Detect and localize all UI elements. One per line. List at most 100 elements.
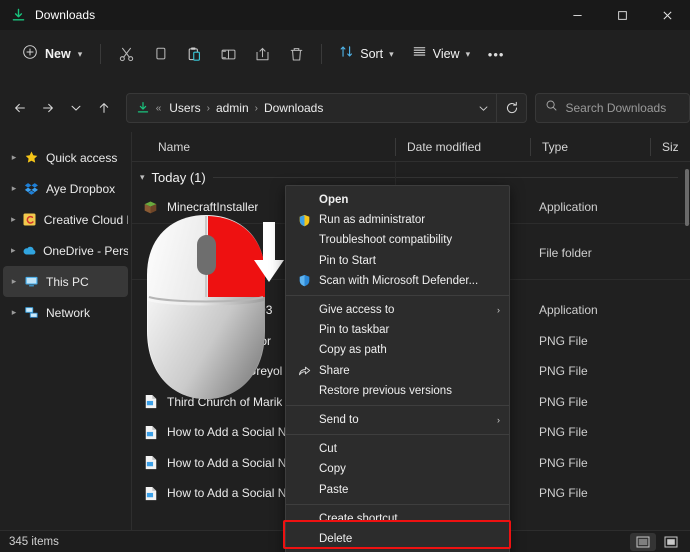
chevron-right-icon[interactable]: ▸ (5, 245, 21, 256)
refresh-button[interactable] (496, 94, 526, 122)
chevron-right-icon[interactable]: ▸ (5, 183, 23, 194)
defender-shield-icon (296, 273, 313, 289)
plus-circle-icon (22, 44, 38, 65)
context-menu-label: Give access to (319, 304, 395, 317)
address-bar: « Users › admin › Downloads Search Downl… (0, 88, 690, 128)
copy-button[interactable] (143, 38, 177, 70)
vertical-scrollbar[interactable] (683, 163, 690, 532)
context-menu-item-copy-as-path[interactable]: Copy as path (286, 340, 509, 360)
shield-uac-icon (296, 212, 313, 228)
search-icon (545, 99, 558, 117)
context-menu-separator (286, 294, 509, 296)
maximize-button[interactable] (600, 0, 645, 30)
context-menu-item-give-access-to[interactable]: Give access to › (286, 300, 509, 320)
file-type-cell: PNG File (539, 425, 588, 440)
context-menu-item-scan-with-microsoft-defender[interactable]: Scan with Microsoft Defender... (286, 271, 509, 291)
delete-button[interactable] (279, 38, 313, 70)
breadcrumb-overflow[interactable]: « (151, 103, 165, 114)
sidebar-item-this-pc[interactable]: ▸ This PC (3, 266, 128, 297)
close-button[interactable] (645, 0, 690, 30)
sidebar-item-label: OneDrive - Perso (43, 243, 128, 258)
chevron-right-icon: › (497, 305, 500, 316)
back-button[interactable] (6, 94, 34, 122)
sidebar-item-quick-access[interactable]: ▸ Quick access (3, 142, 128, 173)
cut-button[interactable] (109, 38, 143, 70)
sidebar-item-network[interactable]: ▸ Network (3, 297, 128, 328)
breadcrumb-bar[interactable]: « Users › admin › Downloads (125, 93, 528, 123)
more-options-button[interactable]: ••• (479, 38, 513, 70)
breadcrumb-dropdown-button[interactable] (470, 94, 496, 122)
window-title: Downloads (35, 8, 96, 22)
context-menu-label: Troubleshoot compatibility (319, 234, 453, 247)
context-menu-item-copy[interactable]: Copy (286, 459, 509, 479)
sidebar-item-label: Network (46, 305, 91, 320)
png-icon (142, 424, 159, 441)
file-type-cell: PNG File (539, 333, 588, 348)
png-icon (142, 363, 159, 380)
context-menu-item-pin-to-taskbar[interactable]: Pin to taskbar (286, 320, 509, 340)
column-header-name[interactable]: Name (132, 138, 395, 156)
context-menu-item-create-shortcut[interactable]: Create shortcut (286, 509, 509, 529)
minimize-button[interactable] (555, 0, 600, 30)
breadcrumb-item-0[interactable]: Users (164, 99, 205, 117)
folder-icon (142, 244, 159, 261)
chevron-down-icon[interactable]: ▾ (140, 172, 145, 183)
breadcrumb-item-1[interactable]: admin (211, 99, 254, 117)
blank-icon (296, 531, 313, 547)
file-type-cell: PNG File (539, 455, 588, 470)
paste-button[interactable] (177, 38, 211, 70)
blank-icon (296, 322, 313, 338)
chevron-down-icon: ▾ (389, 48, 394, 59)
toolbar-divider-2 (321, 44, 323, 64)
view-button[interactable]: View ▾ (403, 38, 479, 70)
search-input[interactable]: Search Downloads (565, 101, 666, 115)
share-button[interactable] (245, 38, 279, 70)
context-menu-item-delete[interactable]: Delete (286, 529, 509, 549)
context-menu-label: Share (319, 364, 350, 377)
context-menu-item-paste[interactable]: Paste (286, 479, 509, 499)
context-menu-label: Send to (319, 413, 359, 426)
context-menu-item-cut[interactable]: Cut (286, 439, 509, 459)
context-menu-item-troubleshoot-compatibility[interactable]: Troubleshoot compatibility (286, 230, 509, 250)
sort-button[interactable]: Sort ▾ (330, 38, 402, 70)
column-headers: Name Date modified Type Siz (132, 132, 690, 162)
column-header-size[interactable]: Siz (650, 137, 690, 156)
chevron-right-icon[interactable]: ▸ (5, 214, 22, 225)
chevron-right-icon[interactable]: ▸ (5, 152, 23, 163)
context-menu-item-share[interactable]: Share (286, 361, 509, 381)
details-view-icon[interactable] (630, 533, 656, 551)
file-name: How to Add a Social N (167, 486, 287, 501)
new-button[interactable]: New ▾ (12, 38, 92, 70)
column-header-type[interactable]: Type (530, 137, 650, 156)
context-menu-label: Pin to Start (319, 254, 376, 267)
file-type-cell: Application (539, 303, 598, 318)
blank-icon (296, 232, 313, 248)
context-menu-label: Delete (319, 532, 353, 545)
context-menu-item-open[interactable]: Open (286, 190, 509, 210)
large-icons-view-icon[interactable] (658, 533, 684, 551)
group-rule (212, 176, 678, 178)
file-type-cell: Application (539, 200, 598, 215)
chevron-right-icon[interactable]: ▸ (5, 307, 23, 318)
sidebar-item-creative-cloud[interactable]: ▸ Creative Cloud F (3, 204, 128, 235)
forward-button[interactable] (34, 94, 62, 122)
rename-button[interactable] (211, 38, 245, 70)
context-menu-item-pin-to-start[interactable]: Pin to Start (286, 251, 509, 271)
sidebar-item-dropbox[interactable]: ▸ Aye Dropbox (3, 173, 128, 204)
search-box[interactable]: Search Downloads (535, 93, 690, 123)
context-menu-item-run-as-administrator[interactable]: Run as administrator (286, 210, 509, 230)
sidebar-item-onedrive[interactable]: ▸ OneDrive - Perso (3, 235, 128, 266)
ellipsis-icon: ••• (487, 46, 505, 62)
recent-locations-button[interactable] (62, 94, 90, 122)
file-name: How to Add a Social N (167, 425, 287, 440)
context-menu-item-restore-previous-versions[interactable]: Restore previous versions (286, 381, 509, 401)
chevron-right-icon[interactable]: ▸ (5, 276, 23, 287)
chevron-right-icon: › (497, 414, 500, 425)
scrollbar-thumb[interactable] (685, 169, 689, 226)
up-button[interactable] (90, 94, 118, 122)
context-menu-item-send-to[interactable]: Send to › (286, 410, 509, 430)
hamburger-lines-icon (412, 44, 427, 64)
blank-icon (296, 482, 313, 498)
column-header-date-modified[interactable]: Date modified (395, 137, 530, 156)
breadcrumb-item-2[interactable]: Downloads (259, 99, 328, 117)
